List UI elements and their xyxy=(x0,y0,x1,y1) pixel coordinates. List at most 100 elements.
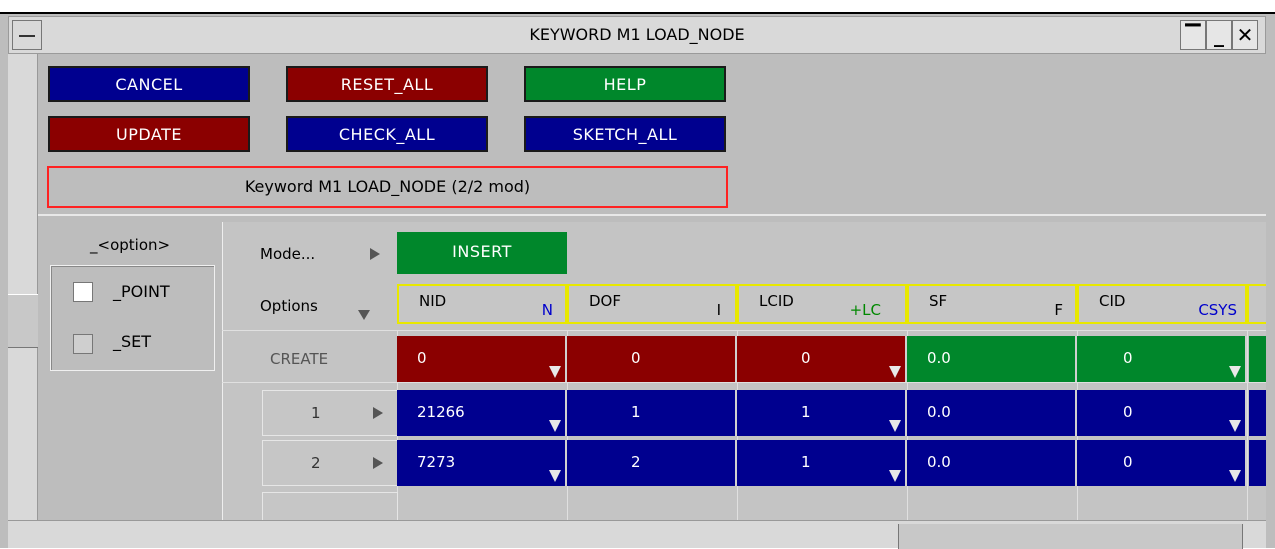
window-title: KEYWORD M1 LOAD_NODE xyxy=(529,25,745,44)
cell-value: 0 xyxy=(631,349,641,367)
check-all-button[interactable]: CHECK_ALL xyxy=(286,116,488,152)
cell-value: 1 xyxy=(631,403,641,421)
maximize-icon[interactable]: _ xyxy=(1206,20,1232,50)
dropdown-corner-icon[interactable] xyxy=(549,420,561,432)
mode-label: Mode... xyxy=(260,245,316,263)
cell-value: 0.0 xyxy=(927,453,951,471)
reset-all-button[interactable]: RESET_ALL xyxy=(286,66,488,102)
horizontal-scrollbar[interactable] xyxy=(8,520,1266,549)
set-checkbox[interactable] xyxy=(73,334,93,354)
status-message: Keyword M1 LOAD_NODE (2/2 mod) xyxy=(47,166,728,208)
column-tag: +LC xyxy=(849,301,881,319)
column-tag: N xyxy=(541,301,553,319)
create-dof-cell[interactable]: 0 xyxy=(567,336,737,382)
dropdown-corner-icon[interactable] xyxy=(549,366,561,378)
cell-value: 0 xyxy=(1123,403,1133,421)
options-dropdown-icon[interactable] xyxy=(358,310,370,320)
table-row-dof-cell[interactable]: 2 xyxy=(567,440,737,486)
grid-line xyxy=(222,382,1266,383)
column-name: NID xyxy=(419,292,447,310)
row-number: 1 xyxy=(311,404,321,422)
cell-value: 0.0 xyxy=(927,403,951,421)
column-header-sf[interactable]: SF F xyxy=(907,284,1077,324)
point-checkbox[interactable] xyxy=(73,282,93,302)
column-name: DOF xyxy=(589,292,621,310)
column-header-dof[interactable]: DOF I xyxy=(567,284,737,324)
table-row-sf-cell[interactable]: 0.0 xyxy=(907,390,1077,436)
table-row-overflow-cell xyxy=(1249,440,1266,486)
create-overflow-cell xyxy=(1249,336,1266,382)
horizontal-scroll-thumb[interactable] xyxy=(898,524,1243,549)
sketch-all-button[interactable]: SKETCH_ALL xyxy=(524,116,726,152)
create-nid-cell[interactable]: 0 xyxy=(397,336,567,382)
row-number: 2 xyxy=(311,454,321,472)
create-cid-cell[interactable]: 0 xyxy=(1077,336,1247,382)
table-row-index[interactable]: 1 xyxy=(262,390,398,436)
vertical-scrollbar[interactable] xyxy=(8,54,38,520)
row-arrow-icon[interactable] xyxy=(373,457,383,469)
section-divider xyxy=(38,214,1266,216)
cell-value: 0 xyxy=(417,349,427,367)
keyword-window: KEYWORD M1 LOAD_NODE ▔ _ ✕ CANCEL RESET_… xyxy=(0,0,1275,549)
cell-value: 1 xyxy=(801,453,811,471)
title-bar[interactable]: KEYWORD M1 LOAD_NODE xyxy=(8,16,1266,54)
cell-value: 7273 xyxy=(417,453,456,471)
cell-value: 0.0 xyxy=(927,349,951,367)
dropdown-corner-icon[interactable] xyxy=(889,420,901,432)
table-row-index[interactable]: 2 xyxy=(262,440,398,486)
option-group: _POINT _SET xyxy=(50,265,215,371)
cell-value: 1 xyxy=(801,403,811,421)
column-header-cid[interactable]: CID CSYS xyxy=(1077,284,1247,324)
column-tag: I xyxy=(716,301,721,319)
table-row-overflow-cell xyxy=(1249,390,1266,436)
column-name: SF xyxy=(929,292,948,310)
dropdown-corner-icon[interactable] xyxy=(1229,366,1241,378)
cell-value: 0 xyxy=(801,349,811,367)
create-lcid-cell[interactable]: 0 xyxy=(737,336,907,382)
column-header-overflow xyxy=(1247,284,1266,324)
table-row-dof-cell[interactable]: 1 xyxy=(567,390,737,436)
set-option-label: _SET xyxy=(113,332,152,351)
point-option-label: _POINT xyxy=(113,282,170,301)
dropdown-corner-icon[interactable] xyxy=(889,470,901,482)
options-label: Options xyxy=(260,297,318,315)
create-row-label: CREATE xyxy=(270,350,329,368)
close-icon[interactable]: ✕ xyxy=(1232,20,1258,50)
column-tag: CSYS xyxy=(1198,301,1237,319)
vertical-scroll-thumb[interactable] xyxy=(8,294,38,348)
column-name: LCID xyxy=(759,292,794,310)
column-tag: F xyxy=(1054,301,1063,319)
cancel-button[interactable]: CANCEL xyxy=(48,66,250,102)
system-menu-icon[interactable] xyxy=(12,20,42,50)
column-name: CID xyxy=(1099,292,1126,310)
mode-insert-button[interactable]: INSERT xyxy=(397,232,567,274)
grid-line xyxy=(222,330,1266,331)
dropdown-corner-icon[interactable] xyxy=(889,366,901,378)
cell-value: 2 xyxy=(631,453,641,471)
column-header-nid[interactable]: NID N xyxy=(397,284,567,324)
row-arrow-icon[interactable] xyxy=(373,407,383,419)
table-row-lcid-cell[interactable]: 1 xyxy=(737,390,907,436)
option-group-title: _<option> xyxy=(90,236,171,254)
mode-arrow-icon[interactable] xyxy=(370,248,380,260)
table-row-cid-cell[interactable]: 0 xyxy=(1077,440,1247,486)
create-sf-cell[interactable]: 0.0 xyxy=(907,336,1077,382)
dropdown-corner-icon[interactable] xyxy=(549,470,561,482)
empty-row xyxy=(262,492,398,520)
table-row-nid-cell[interactable]: 7273 xyxy=(397,440,567,486)
update-button[interactable]: UPDATE xyxy=(48,116,250,152)
top-edge xyxy=(0,0,1275,14)
help-button[interactable]: HELP xyxy=(524,66,726,102)
grid-line xyxy=(1247,330,1248,520)
minimize-icon[interactable]: ▔ xyxy=(1180,20,1206,50)
cell-value: 0 xyxy=(1123,349,1133,367)
table-row-cid-cell[interactable]: 0 xyxy=(1077,390,1247,436)
table-row-nid-cell[interactable]: 21266 xyxy=(397,390,567,436)
dropdown-corner-icon[interactable] xyxy=(1229,470,1241,482)
cell-value: 0 xyxy=(1123,453,1133,471)
dropdown-corner-icon[interactable] xyxy=(1229,420,1241,432)
table-row-lcid-cell[interactable]: 1 xyxy=(737,440,907,486)
cell-value: 21266 xyxy=(417,403,465,421)
table-row-sf-cell[interactable]: 0.0 xyxy=(907,440,1077,486)
column-header-lcid[interactable]: LCID +LC xyxy=(737,284,907,324)
